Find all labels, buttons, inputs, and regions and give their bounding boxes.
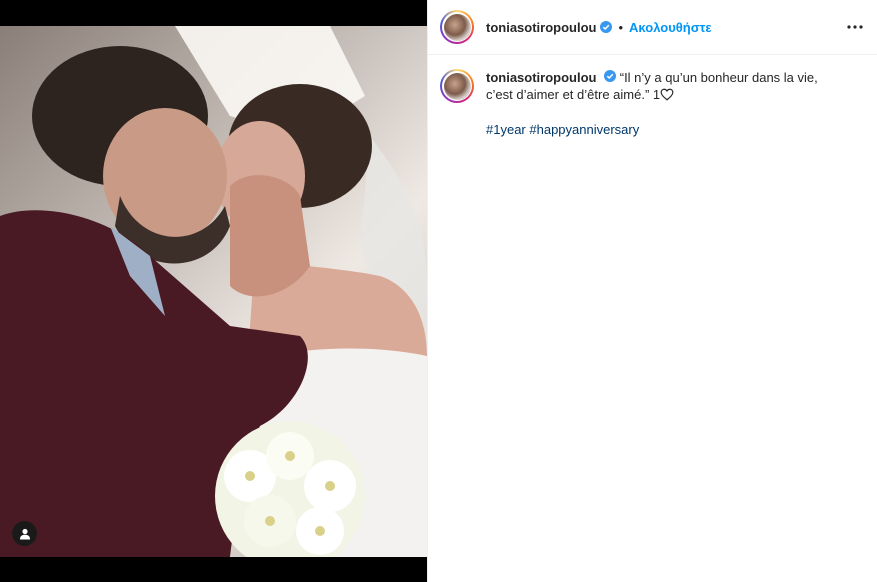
user-tag-icon[interactable] [12,521,37,546]
avatar[interactable] [440,10,474,44]
caption-text: toniasotiropoulou “Il n’y a qu’un bonheu… [486,69,846,138]
post-header: toniasotiropoulou • Ακολουθήστε [428,0,877,55]
hashtag-list: #1year #happyanniversary [486,121,846,138]
post-photo[interactable] [0,26,427,557]
hashtag-link[interactable]: #1year [486,122,526,137]
header-username[interactable]: toniasotiropoulou [486,20,596,35]
post-side-panel: toniasotiropoulou • Ακολουθήστε toniasot… [427,0,877,582]
post-media[interactable] [0,0,427,582]
separator-dot: • [618,19,624,35]
caption: toniasotiropoulou “Il n’y a qu’un bonheu… [428,55,877,138]
verified-badge-icon [604,70,617,82]
caption-username[interactable]: toniasotiropoulou [486,70,596,85]
wedding-kiss-photo [0,26,427,557]
more-options-icon[interactable] [847,25,863,29]
verified-badge-icon [600,21,613,33]
caption-avatar[interactable] [440,69,474,103]
heart-outline-icon [660,88,674,105]
hashtag-link[interactable]: #happyanniversary [529,122,639,137]
follow-button[interactable]: Ακολουθήστε [629,20,712,35]
